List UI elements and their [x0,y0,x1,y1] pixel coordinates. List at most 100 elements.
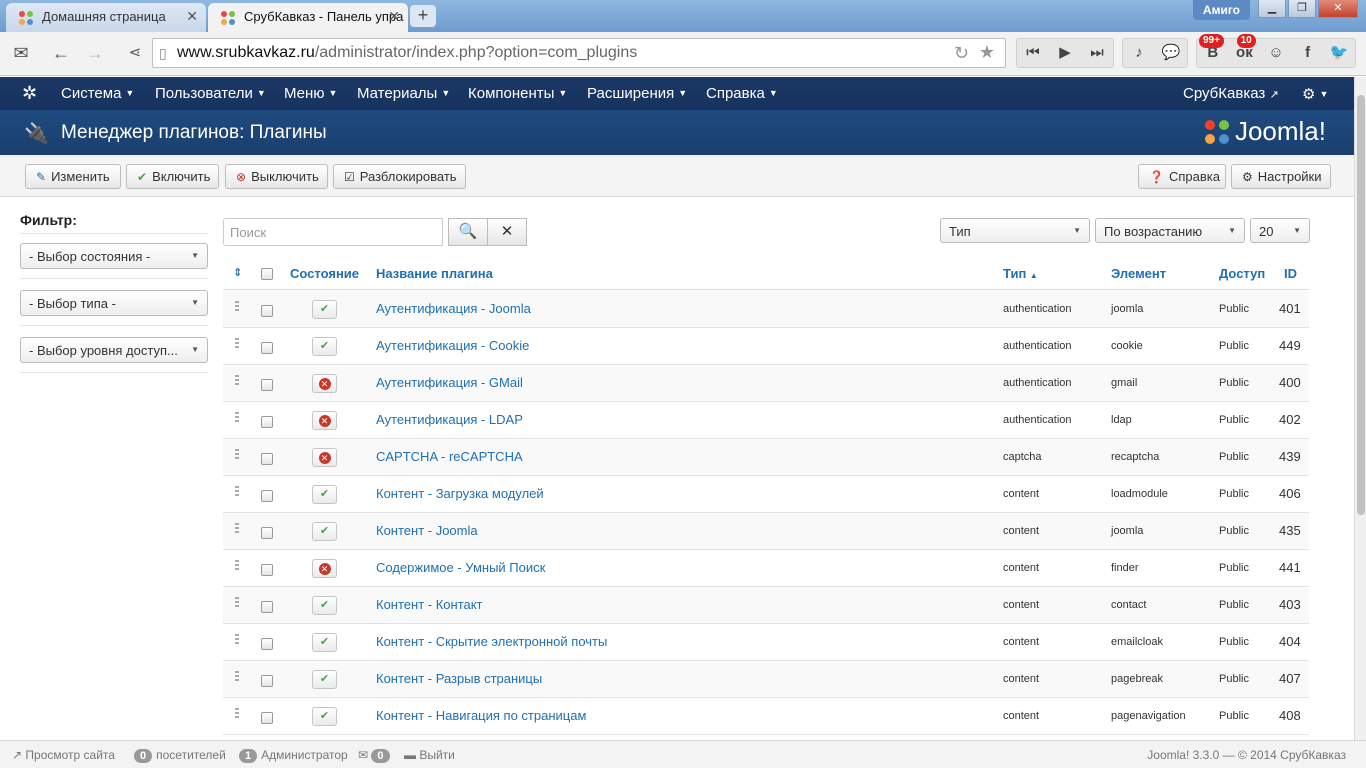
row-checkbox[interactable] [261,712,273,724]
plugin-name-link[interactable]: Контент - Разрыв страницы [376,671,542,686]
plugin-name-link[interactable]: Контент - Joomla [376,523,478,538]
next-track-icon[interactable]: ⏭ [1081,39,1113,67]
status-disabled-toggle[interactable]: ✕ [312,411,337,430]
nav-item-extensions[interactable]: Расширения ▼ [587,85,687,102]
nav-item-system[interactable]: Система ▼ [61,85,134,102]
status-disabled-toggle[interactable]: ✕ [312,374,337,393]
status-enabled-toggle[interactable]: ✔ [312,596,337,615]
unlock-button[interactable]: ☑ Разблокировать [333,164,466,189]
plugin-name-link[interactable]: Контент - Загрузка модулей [376,486,544,501]
vertical-scrollbar[interactable] [1354,77,1366,740]
row-checkbox[interactable] [261,416,273,428]
row-checkbox[interactable] [261,638,273,650]
plugin-name-link[interactable]: Контент - Контакт [376,597,483,612]
play-icon[interactable]: ▶ [1049,39,1081,67]
status-enabled-toggle[interactable]: ✔ [312,670,337,689]
options-button[interactable]: ⚙ Настройки [1231,164,1331,189]
plugin-name-link[interactable]: Аутентификация - LDAP [376,412,523,427]
browser-tab-admin[interactable]: СрубКавказ - Панель упра ✕ [208,3,408,32]
row-checkbox[interactable] [261,527,273,539]
drag-handle-icon[interactable] [235,634,239,646]
row-checkbox[interactable] [261,305,273,317]
user-menu[interactable]: ⚙ ▼ [1302,85,1328,103]
status-enabled-toggle[interactable]: ✔ [312,485,337,504]
close-tab-icon[interactable]: ✕ [388,8,400,25]
odnoklassniki-icon[interactable]: ок 10 [1229,34,1261,67]
share-icon[interactable]: ⋖ [120,38,150,68]
chat-icon[interactable]: 💬 [1155,39,1187,67]
select-all-checkbox[interactable] [261,268,273,280]
sort-field-select[interactable]: Тип ▼ [940,218,1090,243]
drag-handle-icon[interactable] [235,338,239,350]
disable-button[interactable]: ⊗ Выключить [225,164,328,189]
music-note-icon[interactable]: ♪ [1123,39,1155,67]
logout-link[interactable]: ▬ Выйти [404,748,455,762]
row-checkbox[interactable] [261,564,273,576]
nav-item-users[interactable]: Пользователи ▼ [155,85,266,102]
maximize-icon[interactable]: ❐ [1288,0,1316,18]
drag-handle-icon[interactable] [235,597,239,609]
address-bar[interactable]: ▯ www.srubkavkaz.ru/administrator/index.… [152,38,1006,68]
status-enabled-toggle[interactable]: ✔ [312,522,337,541]
forward-icon[interactable]: → [80,38,110,68]
bookmark-star-icon[interactable]: ★ [979,42,995,63]
status-enabled-toggle[interactable]: ✔ [312,337,337,356]
limit-select[interactable]: 20 ▼ [1250,218,1310,243]
column-type[interactable]: Тип ▲ [1003,266,1038,281]
row-checkbox[interactable] [261,490,273,502]
scrollbar-thumb[interactable] [1357,95,1365,515]
row-checkbox[interactable] [261,379,273,391]
status-disabled-toggle[interactable]: ✕ [312,559,337,578]
column-access[interactable]: Доступ [1219,266,1265,281]
plugin-name-link[interactable]: Контент - Навигация по страницам [376,708,586,723]
close-window-icon[interactable]: ✕ [1318,0,1358,18]
row-checkbox[interactable] [261,342,273,354]
nav-item-help[interactable]: Справка ▼ [706,85,778,102]
previous-track-icon[interactable]: ⏮ [1017,39,1049,67]
friends-icon[interactable]: ☺ [1260,39,1292,67]
status-enabled-toggle[interactable]: ✔ [312,300,337,319]
plugin-name-link[interactable]: CAPTCHA - reCAPTCHA [376,449,523,464]
drag-handle-icon[interactable] [235,708,239,720]
reload-icon[interactable]: ↻ [954,43,969,64]
row-checkbox[interactable] [261,601,273,613]
status-enabled-toggle[interactable]: ✔ [312,707,337,726]
ordering-sort-icon[interactable]: ⇕ [233,266,242,279]
column-state[interactable]: Состояние [290,266,359,281]
access-filter-select[interactable]: - Выбор уровня доступ... ▼ [20,337,208,363]
row-checkbox[interactable] [261,675,273,687]
nav-item-content[interactable]: Материалы ▼ [357,85,450,102]
plugin-name-link[interactable]: Контент - Скрытие электронной почты [376,634,607,649]
drag-handle-icon[interactable] [235,523,239,535]
twitter-icon[interactable]: 🐦 [1323,39,1355,67]
facebook-icon[interactable]: f [1292,39,1324,67]
browser-tab-home[interactable]: Домашняя страница ✕ [6,3,206,32]
drag-handle-icon[interactable] [235,486,239,498]
vk-icon[interactable]: В 99+ [1197,34,1229,67]
plugin-name-link[interactable]: Аутентификация - Cookie [376,338,529,353]
status-enabled-toggle[interactable]: ✔ [312,633,337,652]
drag-handle-icon[interactable] [235,301,239,313]
column-name[interactable]: Название плагина [376,266,493,281]
minimize-icon[interactable]: ▁ [1258,0,1286,18]
drag-handle-icon[interactable] [235,412,239,424]
status-disabled-toggle[interactable]: ✕ [312,448,337,467]
search-input[interactable]: Поиск [223,218,443,246]
row-checkbox[interactable] [261,453,273,465]
type-filter-select[interactable]: - Выбор типа - ▼ [20,290,208,316]
edit-button[interactable]: ✎ Изменить [25,164,121,189]
enable-button[interactable]: ✔ Включить [126,164,219,189]
mail-icon[interactable]: ✉ [6,38,36,68]
plugin-name-link[interactable]: Аутентификация - Joomla [376,301,531,316]
joomla-logo-icon[interactable]: ✲ [22,83,42,103]
drag-handle-icon[interactable] [235,449,239,461]
search-button[interactable]: 🔍 [448,218,488,246]
state-filter-select[interactable]: - Выбор состояния - ▼ [20,243,208,269]
nav-item-components[interactable]: Компоненты ▼ [468,85,567,102]
nav-item-menus[interactable]: Меню ▼ [284,85,337,102]
clear-search-button[interactable]: ✕ [487,218,527,246]
site-link[interactable]: СрубКавказ ↗ [1183,85,1279,102]
plugin-name-link[interactable]: Аутентификация - GMail [376,375,523,390]
drag-handle-icon[interactable] [235,560,239,572]
close-tab-icon[interactable]: ✕ [186,8,198,25]
